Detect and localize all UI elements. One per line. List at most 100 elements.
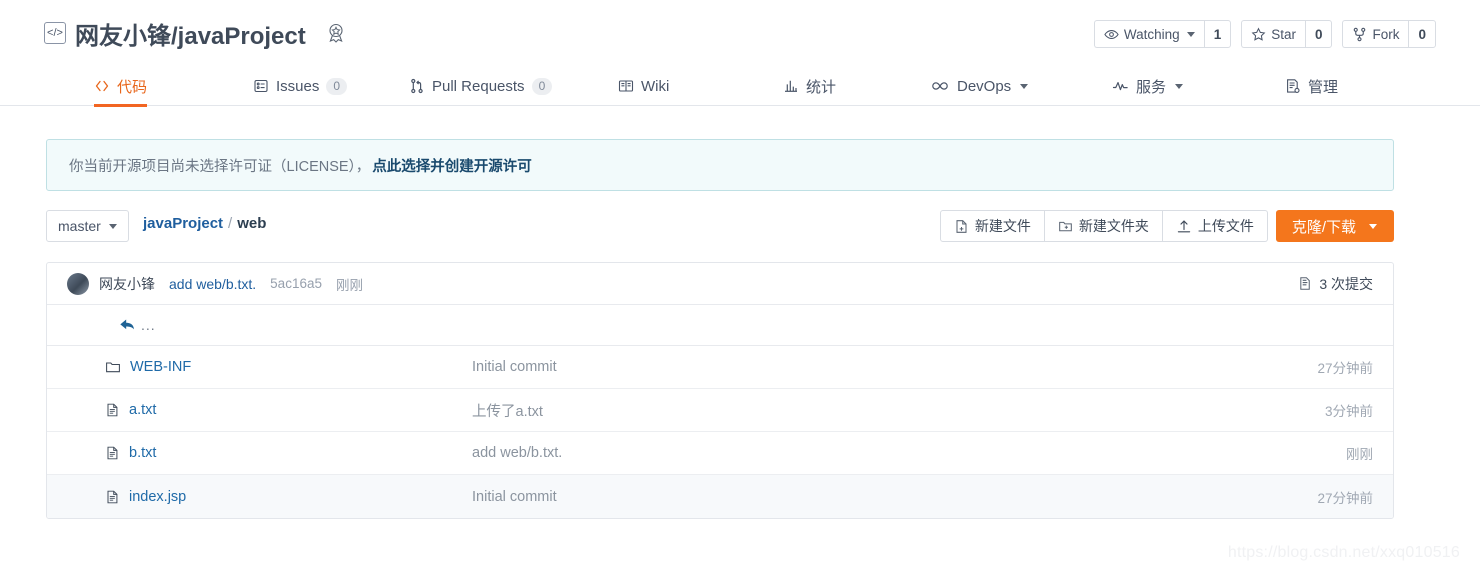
star-count[interactable]: 0 xyxy=(1304,20,1333,48)
license-create-link[interactable]: 点此选择并创建开源许可 xyxy=(372,155,532,176)
repo-nav-tabs: 代码 Issues 0 Pull Requests 0 Wiki 统计 DevO… xyxy=(0,66,1480,107)
tab-pull-requests[interactable]: Pull Requests 0 xyxy=(409,66,553,106)
breadcrumb-separator: / xyxy=(228,215,233,232)
chevron-down-icon xyxy=(1020,83,1029,89)
title-separator: / xyxy=(171,22,178,50)
file-modified-time: 刚刚 xyxy=(1346,447,1373,462)
parent-directory-label: ... xyxy=(141,317,156,333)
file-icon xyxy=(105,489,120,505)
fork-label: Fork xyxy=(1372,26,1400,42)
commit-message[interactable]: add web/b.txt. xyxy=(169,276,256,292)
breadcrumb-repo[interactable]: javaProject xyxy=(143,215,223,232)
commit-sha[interactable]: 5ac16a5 xyxy=(270,276,322,291)
table-row[interactable]: index.jsp Initial commit 27分钟前 xyxy=(47,475,1393,518)
eye-icon xyxy=(1104,27,1119,42)
settings-doc-icon xyxy=(1285,78,1301,94)
tab-wiki[interactable]: Wiki xyxy=(618,66,669,106)
repository-page: </> 网友小锋/javaProject Watching 1 Star 0 F… xyxy=(0,0,1480,572)
file-name-cell[interactable]: a.txt xyxy=(105,402,156,418)
commits-count-link[interactable]: 3 次提交 xyxy=(1298,274,1373,294)
repo-toolbar: master javaProject / web 新建文件 新建文件夹 上传文件… xyxy=(46,210,1394,242)
avatar xyxy=(67,272,89,295)
file-name-cell[interactable]: index.jsp xyxy=(105,489,186,505)
watch-button-group: Watching 1 xyxy=(1093,20,1232,48)
repo-header: </> 网友小锋/javaProject Watching 1 Star 0 F… xyxy=(0,0,1480,66)
chevron-down-icon xyxy=(1369,223,1377,229)
star-button-group: Star 0 xyxy=(1241,20,1333,48)
file-modified-time: 3分钟前 xyxy=(1324,404,1373,419)
tab-statistics-label: 统计 xyxy=(806,78,837,96)
watch-label: Watching xyxy=(1123,26,1180,42)
new-file-icon xyxy=(954,219,969,234)
watch-count[interactable]: 1 xyxy=(1203,20,1232,48)
tab-management[interactable]: 管理 xyxy=(1285,66,1338,106)
issues-icon xyxy=(253,78,269,94)
fork-button[interactable]: Fork xyxy=(1342,20,1409,48)
table-row[interactable]: a.txt 上传了a.txt 3分钟前 xyxy=(47,389,1393,432)
chevron-down-icon xyxy=(1175,83,1184,89)
breadcrumb: javaProject / web xyxy=(143,215,266,232)
file-commit-message: Initial commit xyxy=(472,488,557,505)
tab-wiki-label: Wiki xyxy=(641,77,670,95)
commit-time: 刚刚 xyxy=(335,277,363,293)
tab-issues-label: Issues xyxy=(276,77,320,95)
repo-title-wrap: </> 网友小锋/javaProject xyxy=(44,16,348,51)
file-name-cell[interactable]: WEB-INF xyxy=(105,359,191,375)
file-modified-time: 27分钟前 xyxy=(1317,361,1373,376)
code-icon xyxy=(94,78,110,94)
issues-count-badge: 0 xyxy=(326,77,348,95)
upload-file-label: 上传文件 xyxy=(1197,218,1254,234)
parent-directory-row[interactable]: ... xyxy=(47,305,1393,346)
file-name-label: WEB-INF xyxy=(130,359,192,375)
fork-icon xyxy=(1352,27,1367,42)
repo-name-link[interactable]: javaProject xyxy=(178,23,306,50)
clone-download-label: 克隆/下载 xyxy=(1291,218,1356,236)
breadcrumb-current: web xyxy=(237,215,267,232)
new-folder-button[interactable]: 新建文件夹 xyxy=(1044,210,1163,242)
book-icon xyxy=(618,78,634,94)
pull-request-icon xyxy=(409,78,425,94)
file-commit-message: add web/b.txt. xyxy=(472,445,563,461)
repo-actions: Watching 1 Star 0 Fork 0 xyxy=(1093,20,1436,48)
table-row[interactable]: WEB-INF Initial commit 27分钟前 xyxy=(47,346,1393,389)
tab-issues[interactable]: Issues 0 xyxy=(253,66,348,106)
tab-devops[interactable]: DevOps xyxy=(930,66,1029,106)
infinity-icon xyxy=(930,78,950,94)
new-file-button[interactable]: 新建文件 xyxy=(939,210,1045,242)
chevron-down-icon xyxy=(1186,31,1195,37)
tab-statistics[interactable]: 统计 xyxy=(783,66,836,106)
commit-author[interactable]: 网友小锋 xyxy=(99,274,155,294)
branch-selector[interactable]: master xyxy=(46,210,129,242)
pull-requests-count-badge: 0 xyxy=(531,77,553,95)
table-row[interactable]: b.txt add web/b.txt. 刚刚 xyxy=(47,432,1393,475)
file-icon xyxy=(105,402,120,418)
commits-count-label: 3 次提交 xyxy=(1319,275,1373,292)
star-icon xyxy=(1251,27,1266,42)
fork-count[interactable]: 0 xyxy=(1408,20,1436,48)
upload-icon xyxy=(1176,219,1192,234)
file-name-label: b.txt xyxy=(129,445,157,461)
file-name-cell[interactable]: b.txt xyxy=(105,445,156,461)
code-brackets-icon: </> xyxy=(44,22,66,44)
tab-code[interactable]: 代码 xyxy=(94,66,148,107)
star-label: Star xyxy=(1271,26,1296,42)
new-folder-icon xyxy=(1058,219,1073,234)
tab-services[interactable]: 服务 xyxy=(1112,66,1184,106)
clone-download-button[interactable]: 克隆/下载 xyxy=(1275,210,1394,242)
back-arrow-icon xyxy=(119,318,136,332)
repo-owner-link[interactable]: 网友小锋 xyxy=(75,23,171,50)
file-modified-time: 27分钟前 xyxy=(1317,490,1373,506)
page-title: 网友小锋/javaProject xyxy=(75,16,306,51)
new-file-label: 新建文件 xyxy=(974,218,1031,234)
upload-file-button[interactable]: 上传文件 xyxy=(1162,210,1268,242)
license-notice-text: 你当前开源项目尚未选择许可证（LICENSE）， xyxy=(69,158,371,175)
watch-button[interactable]: Watching xyxy=(1093,20,1204,48)
file-icon xyxy=(105,445,120,461)
tab-devops-label: DevOps xyxy=(957,77,1012,95)
chevron-down-icon xyxy=(108,223,117,229)
file-name-label: a.txt xyxy=(129,402,157,418)
license-notice-banner: 你当前开源项目尚未选择许可证（LICENSE）， 点此选择并创建开源许可 xyxy=(46,139,1394,191)
award-badge-icon xyxy=(324,21,348,45)
star-button[interactable]: Star xyxy=(1241,20,1305,48)
active-tab-underline xyxy=(94,104,148,107)
